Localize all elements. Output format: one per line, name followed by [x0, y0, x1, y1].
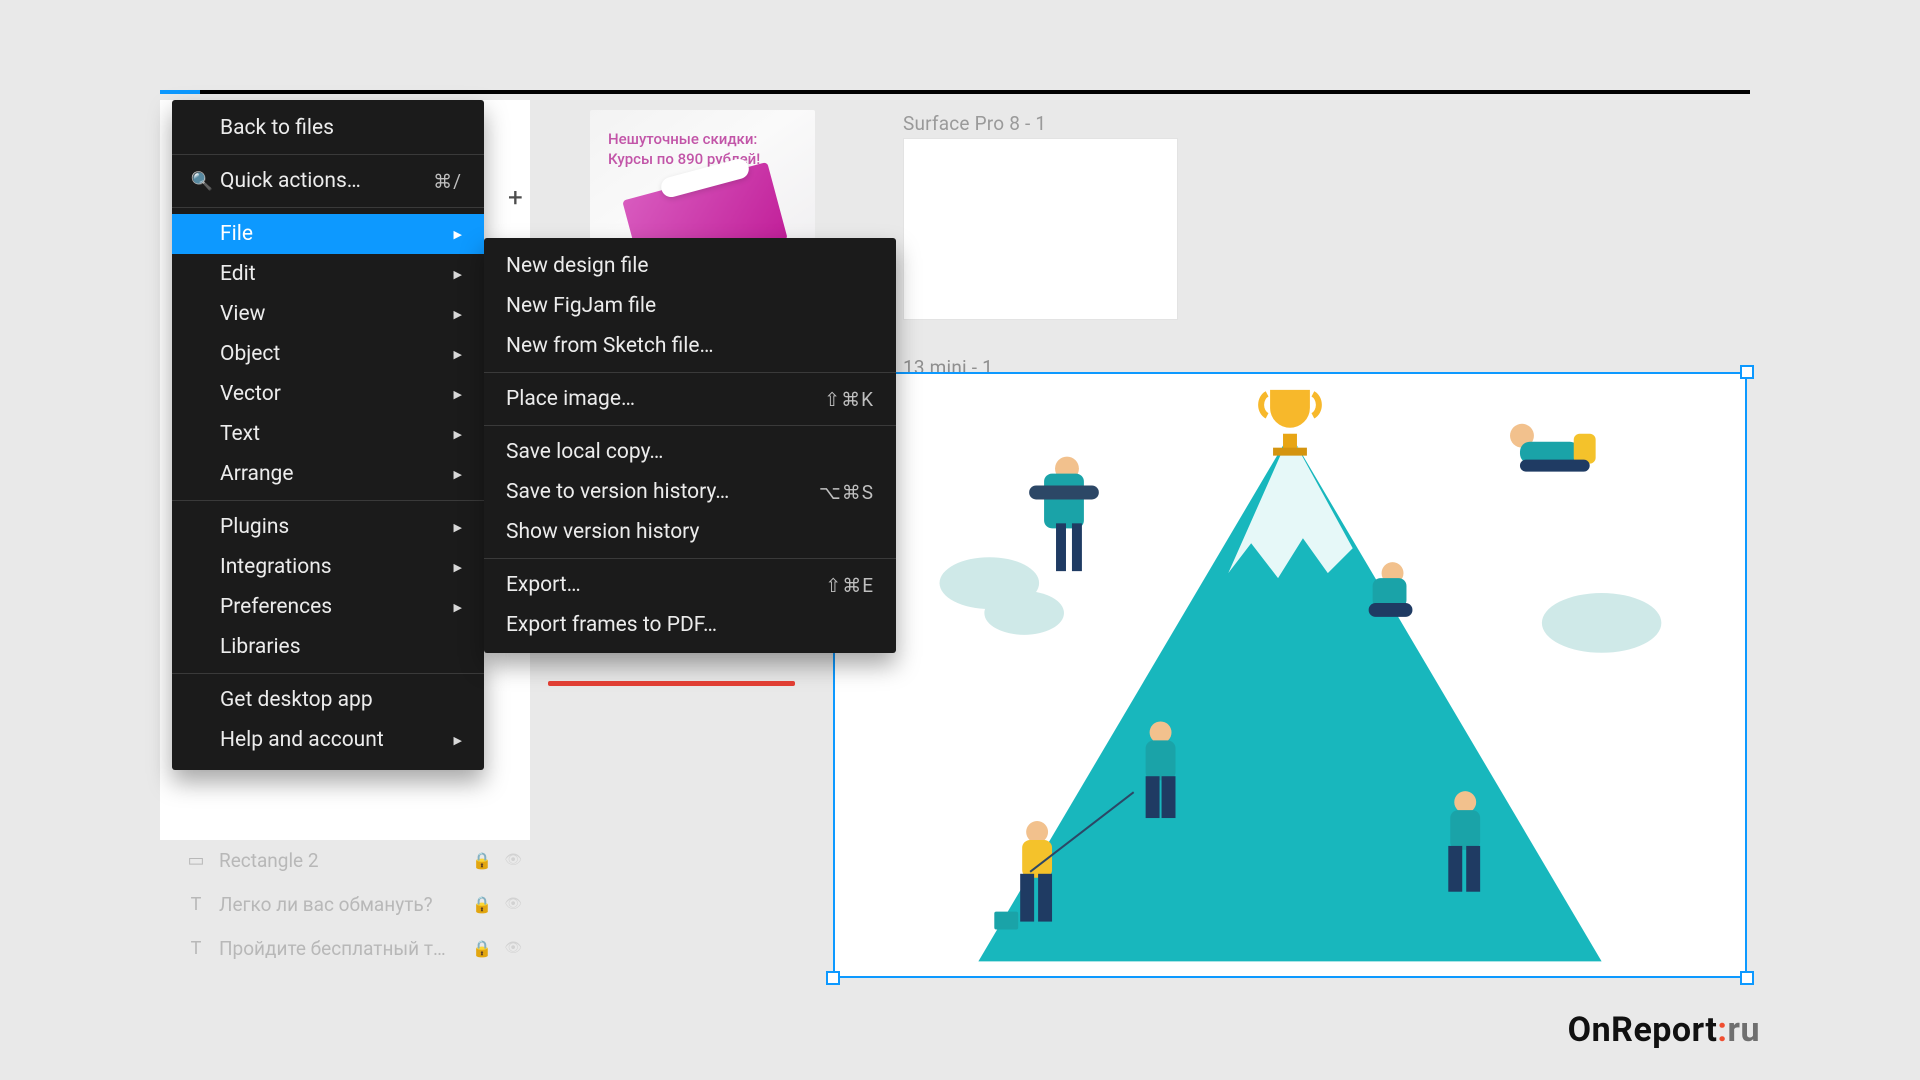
submenu-new-from-sketch[interactable]: New from Sketch file…	[484, 326, 896, 366]
menu-preferences[interactable]: Preferences	[172, 587, 484, 627]
watermark-tld: ru	[1728, 1010, 1761, 1050]
frame-label-surface[interactable]: Surface Pro 8 - 1	[903, 112, 1046, 135]
text-icon: T	[185, 938, 207, 959]
highlight-underline	[548, 681, 795, 686]
submenu-show-version-history[interactable]: Show version history	[484, 512, 896, 552]
menu-libraries[interactable]: Libraries	[172, 627, 484, 667]
menu-integrations[interactable]: Integrations	[172, 547, 484, 587]
submenu-save-version-history[interactable]: Save to version history…⌥⌘S	[484, 472, 896, 512]
menu-separator	[172, 207, 484, 208]
lock-icon[interactable]: 🔒	[472, 939, 492, 958]
window-top-border	[160, 90, 1750, 94]
selection-handle-br[interactable]	[1740, 971, 1754, 985]
lock-icon[interactable]: 🔒	[472, 851, 492, 870]
menu-back-to-files[interactable]: Back to files	[172, 108, 484, 148]
window-top-accent	[160, 90, 200, 94]
menu-edit[interactable]: Edit	[172, 254, 484, 294]
selection-handle-bl[interactable]	[826, 971, 840, 985]
promo-line-1: Нешуточные скидки:	[608, 130, 757, 148]
layer-row[interactable]: T Пройдите бесплатный т… 🔒 👁	[175, 926, 530, 970]
selection-handle-tr[interactable]	[1740, 365, 1754, 379]
menu-plugins[interactable]: Plugins	[172, 507, 484, 547]
layer-row[interactable]: ▭ Rectangle 2 🔒 👁	[175, 838, 530, 882]
illustration-mountain	[835, 374, 1745, 977]
submenu-save-local-copy[interactable]: Save local copy…	[484, 432, 896, 472]
menu-help-account[interactable]: Help and account	[172, 720, 484, 760]
layers-list: ▭ Rectangle 2 🔒 👁 T Легко ли вас обманут…	[175, 838, 530, 970]
menu-get-desktop-app[interactable]: Get desktop app	[172, 680, 484, 720]
lock-icon[interactable]: 🔒	[472, 895, 492, 914]
menu-arrange[interactable]: Arrange	[172, 454, 484, 494]
menu-object[interactable]: Object	[172, 334, 484, 374]
layer-label: Rectangle 2	[219, 849, 460, 872]
submenu-place-image[interactable]: Place image…⇧⌘K	[484, 379, 896, 419]
layer-label: Пройдите бесплатный т…	[219, 937, 460, 960]
menu-separator	[484, 372, 896, 373]
rectangle-icon: ▭	[185, 850, 207, 871]
submenu-export[interactable]: Export…⇧⌘E	[484, 565, 896, 605]
menu-quick-actions[interactable]: 🔍 Quick actions… ⌘/	[172, 161, 484, 201]
layer-label: Легко ли вас обмануть?	[219, 893, 460, 916]
submenu-new-design-file[interactable]: New design file	[484, 246, 896, 286]
file-submenu: New design file New FigJam file New from…	[484, 238, 896, 653]
main-menu: Back to files 🔍 Quick actions… ⌘/ File E…	[172, 100, 484, 770]
text-icon: T	[185, 894, 207, 915]
menu-view[interactable]: View	[172, 294, 484, 334]
menu-separator	[484, 425, 896, 426]
canvas-frame-promo[interactable]: Нешуточные скидки: Курсы по 890 рублей!	[590, 110, 815, 240]
submenu-export-frames-pdf[interactable]: Export frames to PDF…	[484, 605, 896, 645]
watermark: OnReport:ru	[1568, 1010, 1760, 1050]
layer-row[interactable]: T Легко ли вас обмануть? 🔒 👁	[175, 882, 530, 926]
watermark-brand: OnReport	[1568, 1010, 1718, 1050]
menu-separator	[172, 154, 484, 155]
menu-file[interactable]: File	[172, 214, 484, 254]
search-icon: 🔍	[188, 171, 216, 192]
visibility-icon[interactable]: 👁	[504, 896, 522, 912]
menu-separator	[172, 500, 484, 501]
menu-separator	[172, 673, 484, 674]
menu-vector[interactable]: Vector	[172, 374, 484, 414]
menu-separator	[484, 558, 896, 559]
canvas-frame-selected[interactable]	[833, 372, 1747, 978]
visibility-icon[interactable]: 👁	[504, 940, 522, 956]
new-page-button[interactable]: +	[508, 183, 523, 213]
canvas-frame-surface[interactable]	[903, 138, 1178, 320]
visibility-icon[interactable]: 👁	[504, 852, 522, 868]
watermark-colon: :	[1717, 1010, 1727, 1050]
menu-text[interactable]: Text	[172, 414, 484, 454]
submenu-new-figjam-file[interactable]: New FigJam file	[484, 286, 896, 326]
